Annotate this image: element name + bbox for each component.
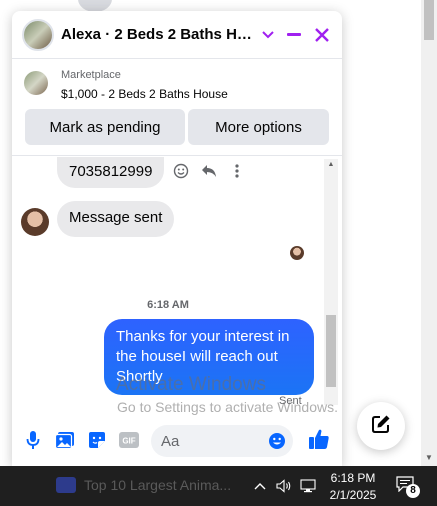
message-actions	[172, 162, 246, 180]
message-scrollbar-thumb[interactable]	[326, 315, 336, 387]
taskbar-date: 2/1/2025	[329, 488, 377, 502]
listing-title[interactable]: $1,000 - 2 Beds 2 Baths House	[61, 87, 228, 101]
seen-avatar	[290, 246, 304, 260]
compose-icon	[371, 414, 391, 439]
phone-number-bubble[interactable]: 7035812999	[57, 157, 165, 188]
message-scroll-up-icon[interactable]: ▲	[324, 159, 338, 171]
chat-title[interactable]: Alexa · 2 Beds 2 Baths Hou...	[61, 26, 261, 43]
taskbar-clock[interactable]: 6:18 PM 2/1/2025	[318, 470, 388, 504]
close-icon[interactable]	[310, 23, 334, 47]
message-scrollbar[interactable]: ▲	[324, 159, 338, 405]
message-input[interactable]	[161, 431, 261, 451]
new-message-button[interactable]	[357, 402, 405, 450]
mark-pending-button[interactable]: Mark as pending	[25, 109, 185, 145]
notification-center[interactable]: 8	[396, 476, 420, 498]
tray-chevron-up-icon[interactable]	[252, 478, 268, 494]
page-scroll-down-icon[interactable]: ▼	[421, 450, 437, 466]
taskbar: Top 10 Largest Anima... 6:18 PM 2/1/2025…	[0, 466, 437, 506]
more-dots-icon[interactable]	[228, 162, 246, 180]
like-icon[interactable]	[307, 427, 331, 451]
chat-avatar[interactable]	[22, 19, 54, 51]
sticker-icon[interactable]	[86, 429, 108, 451]
gif-icon[interactable]: GIF	[118, 429, 140, 451]
chat-window: Alexa · 2 Beds 2 Baths Hou... Marketplac…	[12, 11, 342, 466]
volume-icon[interactable]	[276, 478, 292, 494]
network-icon[interactable]	[300, 478, 316, 494]
page-scrollbar[interactable]: ▼	[421, 0, 437, 466]
listing-thumbnail[interactable]	[24, 71, 48, 95]
emoji-icon[interactable]	[267, 431, 287, 451]
more-options-button[interactable]: More options	[188, 109, 329, 145]
reply-icon[interactable]	[200, 162, 218, 180]
taskbar-time: 6:18 PM	[330, 471, 376, 485]
activate-windows-title: Activate Windows	[116, 374, 266, 395]
composer: GIF	[12, 415, 342, 466]
message-sent-bubble[interactable]: Message sent	[57, 201, 175, 237]
taskbar-app[interactable]: Top 10 Largest Anima...	[56, 477, 231, 493]
message-list: 7035812999 Message sent 6:18 AM Thanks f…	[12, 157, 342, 405]
message-timestamp: 6:18 AM	[147, 299, 189, 311]
media-app-icon	[56, 477, 76, 493]
chevron-down-icon[interactable]	[256, 23, 280, 47]
photo-icon[interactable]	[54, 429, 76, 451]
message-input-wrapper	[151, 425, 293, 457]
taskbar-app-label: Top 10 Largest Anima...	[84, 477, 232, 493]
microphone-icon[interactable]	[22, 429, 44, 451]
notification-count-badge: 8	[406, 484, 420, 498]
sender-avatar[interactable]	[21, 208, 49, 236]
listing-source: Marketplace	[61, 69, 121, 81]
chat-header: Alexa · 2 Beds 2 Baths Hou...	[12, 11, 342, 59]
activate-windows-subtitle: Go to Settings to activate Windows.	[117, 399, 338, 415]
emoji-react-icon[interactable]	[172, 162, 190, 180]
page-scrollbar-thumb[interactable]	[424, 0, 434, 40]
svg-text:GIF: GIF	[122, 437, 135, 446]
minimize-icon[interactable]	[282, 23, 306, 47]
